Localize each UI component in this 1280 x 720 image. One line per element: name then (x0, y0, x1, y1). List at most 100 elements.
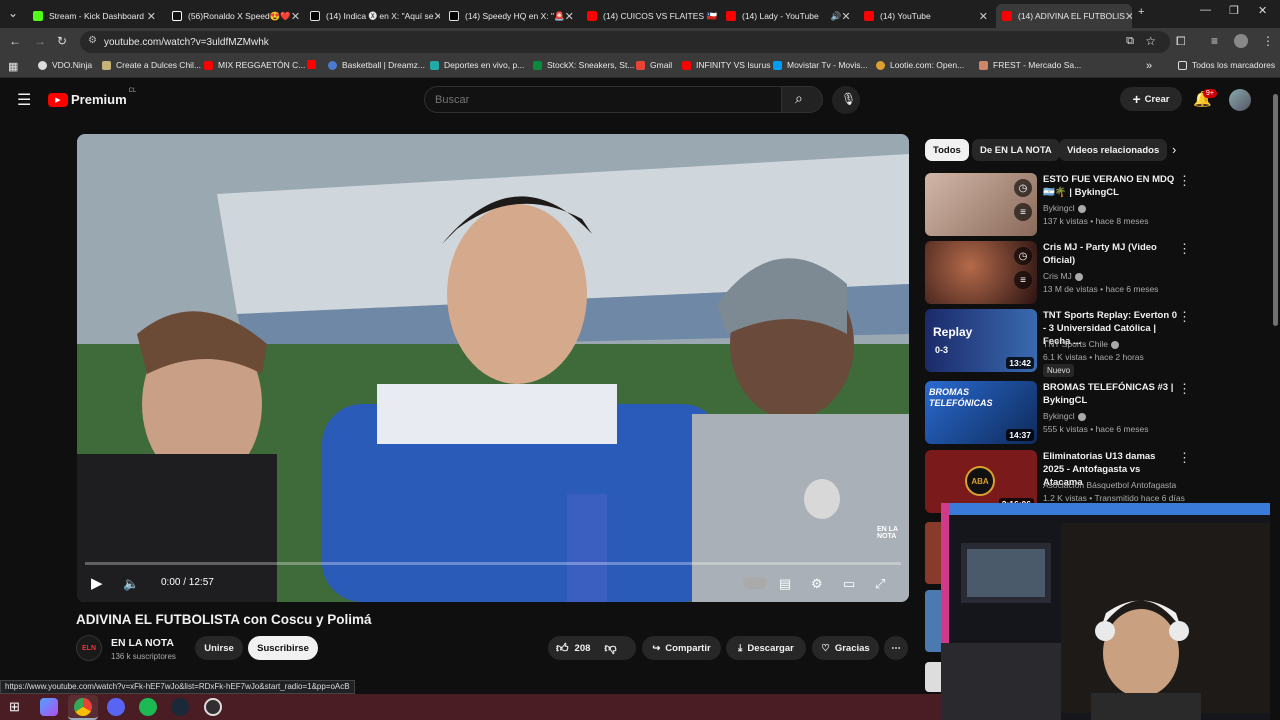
close-icon[interactable]: ✕ (979, 10, 988, 23)
tab-7-active[interactable]: (14) ADIVINA EL FUTBOLIS ✕ (996, 4, 1132, 28)
copilot-icon[interactable] (40, 698, 58, 716)
search-button[interactable]: ⌕ (781, 86, 823, 113)
close-icon[interactable]: ✕ (147, 10, 156, 23)
tab-1[interactable]: (56)Ronaldo X Speed😍❤️ ✕ (166, 4, 302, 28)
spotify-icon[interactable] (139, 698, 157, 716)
list-item[interactable]: ◷ ≡ ESTO FUE VERANO EN MDQ 🇦🇷🌴 | BykingC… (925, 173, 1191, 237)
watch-later-icon[interactable]: ◷ (1014, 179, 1032, 197)
bookmark-item[interactable]: Lootie.com: Open... (876, 60, 964, 70)
tab-2[interactable]: (14) Indica 🅧 en X: "Aquí se ✕ (304, 4, 440, 28)
close-icon[interactable]: ✕ (433, 10, 440, 23)
thumbnail[interactable]: Replay 0-3 13:42 (925, 309, 1037, 372)
new-tab-icon[interactable]: + (1138, 6, 1144, 18)
tab-3[interactable]: (14) Speedy HQ en X: "🚨 ✕ (443, 4, 579, 28)
bookmark-item[interactable]: INFINITY VS Isurus (682, 60, 770, 70)
add-to-queue-icon[interactable]: ≡ (1014, 203, 1032, 221)
search-input[interactable] (424, 86, 782, 113)
bookmark-item[interactable]: Gmail (636, 60, 672, 70)
windows-start-icon[interactable]: ⊞ (9, 699, 20, 715)
bookmark-item[interactable]: Movistar Tv - Movis... (773, 60, 868, 70)
join-button[interactable]: Unirse (195, 636, 243, 660)
bookmark-item[interactable]: Basketball | Dreamz... (328, 60, 425, 70)
thanks-button[interactable]: ♡ Gracias (812, 636, 879, 660)
more-vert-icon[interactable]: ⋮ (1178, 173, 1191, 189)
bookmark-item[interactable]: MIX REGGAETÓN C... (204, 60, 305, 70)
thumbnail[interactable]: ◷ ≡ (925, 241, 1037, 304)
tab-4[interactable]: (14) CUICOS VS FLAITES 🇨🇱✕ (581, 4, 717, 28)
chip-related[interactable]: Videos relacionados (1059, 139, 1168, 161)
bookmark-item[interactable] (307, 60, 321, 69)
more-vert-icon[interactable]: ⋮ (1178, 309, 1191, 325)
discord-icon[interactable] (107, 698, 125, 716)
list-item[interactable]: BROMAS TELEFÓNICAS 14:37 BROMAS TELEFÓNI… (925, 381, 1191, 445)
obs-icon[interactable] (204, 698, 222, 716)
hamburger-menu-icon[interactable]: ☰ (17, 90, 31, 110)
tab-search-icon[interactable]: ⌄ (8, 6, 18, 20)
chip-channel[interactable]: De EN LA NOTA (972, 139, 1060, 161)
create-button[interactable]: + Crear (1120, 87, 1182, 111)
bookmark-star-icon[interactable]: ☆ (1145, 34, 1156, 48)
scrollbar-thumb[interactable] (1273, 94, 1278, 326)
close-icon[interactable]: ✕ (1125, 10, 1132, 23)
tab-5[interactable]: (14) Lady - YouTube 🔊 ✕ (720, 4, 856, 28)
back-icon[interactable]: ← (9, 34, 21, 48)
channel-name[interactable]: EN LA NOTA (111, 637, 174, 649)
reload-icon[interactable]: ↻ (57, 34, 67, 48)
extensions-icon[interactable]: ⧠ (1176, 34, 1186, 49)
more-actions-button[interactable]: ⋯ (884, 636, 908, 660)
chip-all[interactable]: Todos (925, 139, 969, 161)
more-vert-icon[interactable]: ⋮ (1178, 450, 1191, 466)
close-icon[interactable]: ✕ (565, 10, 574, 23)
list-item[interactable]: ◷ ≡ Cris MJ - Party MJ (Video Oficial) C… (925, 241, 1191, 305)
watch-later-icon[interactable]: ◷ (1014, 247, 1032, 265)
share-button[interactable]: ↪ Compartir (642, 636, 721, 660)
bookmark-item[interactable]: Create a Dulces Chil... (102, 60, 201, 70)
site-info-icon[interactable]: ⚙ (88, 35, 97, 46)
install-icon[interactable]: ⧉ (1126, 35, 1134, 48)
progress-bar[interactable] (85, 562, 901, 565)
fullscreen-icon[interactable]: ⤢ (875, 576, 885, 592)
forward-icon[interactable]: → (34, 34, 46, 48)
page-scrollbar[interactable] (1270, 80, 1280, 720)
steam-icon[interactable] (171, 698, 189, 716)
like-count[interactable]: 208 (575, 643, 591, 654)
bookmark-item[interactable]: StockX: Sneakers, St... (533, 60, 634, 70)
bookmark-item[interactable]: Deportes en vivo, p... (430, 60, 524, 70)
autoplay-toggle[interactable] (743, 577, 767, 589)
minimize-icon[interactable]: — (1200, 4, 1211, 16)
apps-grid-icon[interactable]: ▦ (8, 60, 18, 73)
address-bar[interactable]: ⚙ youtube.com/watch?v=3uldfMZMwhk ⧉ ☆ (80, 31, 1170, 53)
close-icon[interactable]: ✕ (841, 10, 850, 23)
chrome-icon[interactable] (74, 698, 92, 716)
thumbnail[interactable]: BROMAS TELEFÓNICAS 14:37 (925, 381, 1037, 444)
theater-mode-icon[interactable]: ▭ (843, 576, 855, 592)
subtitles-icon[interactable]: ▤ (779, 576, 791, 592)
like-icon[interactable]: 👍︎ (556, 641, 569, 656)
more-vert-icon[interactable]: ⋮ (1178, 241, 1191, 257)
avatar[interactable] (1229, 89, 1251, 111)
all-bookmarks[interactable]: Todos los marcadores (1178, 60, 1275, 70)
list-item[interactable]: Replay 0-3 13:42 TNT Sports Replay: Ever… (925, 309, 1191, 377)
thumbnail[interactable]: ◷ ≡ (925, 173, 1037, 236)
more-bookmarks-icon[interactable]: » (1146, 60, 1152, 72)
settings-gear-icon[interactable]: ⚙ (811, 576, 823, 592)
media-control-icon[interactable]: ≡ (1211, 34, 1218, 48)
close-icon[interactable]: ✕ (291, 10, 300, 23)
chevron-right-icon[interactable]: › (1172, 142, 1176, 157)
volume-icon[interactable]: 🔈 (123, 576, 139, 592)
bookmark-item[interactable]: VDO.Ninja (38, 60, 92, 70)
subscribe-button[interactable]: Suscribirse (248, 636, 318, 660)
dislike-icon[interactable]: 👎︎ (604, 641, 616, 656)
channel-avatar[interactable]: ELN (76, 635, 102, 661)
voice-search-button[interactable]: 🎙 (832, 86, 860, 114)
profile-avatar[interactable] (1234, 34, 1248, 48)
youtube-logo[interactable]: ▶ Premium CL (48, 88, 136, 107)
tab-0[interactable]: Stream - Kick Dashboard ✕ (27, 4, 162, 28)
tab-6[interactable]: (14) YouTube ✕ (858, 4, 994, 28)
add-to-queue-icon[interactable]: ≡ (1014, 271, 1032, 289)
more-vert-icon[interactable]: ⋮ (1178, 381, 1191, 397)
bookmark-item[interactable]: FREST - Mercado Sa... (979, 60, 1081, 70)
restore-icon[interactable]: ❐ (1229, 4, 1239, 17)
play-icon[interactable]: ▶ (91, 574, 103, 592)
download-button[interactable]: ⤓ Descargar (726, 636, 806, 660)
